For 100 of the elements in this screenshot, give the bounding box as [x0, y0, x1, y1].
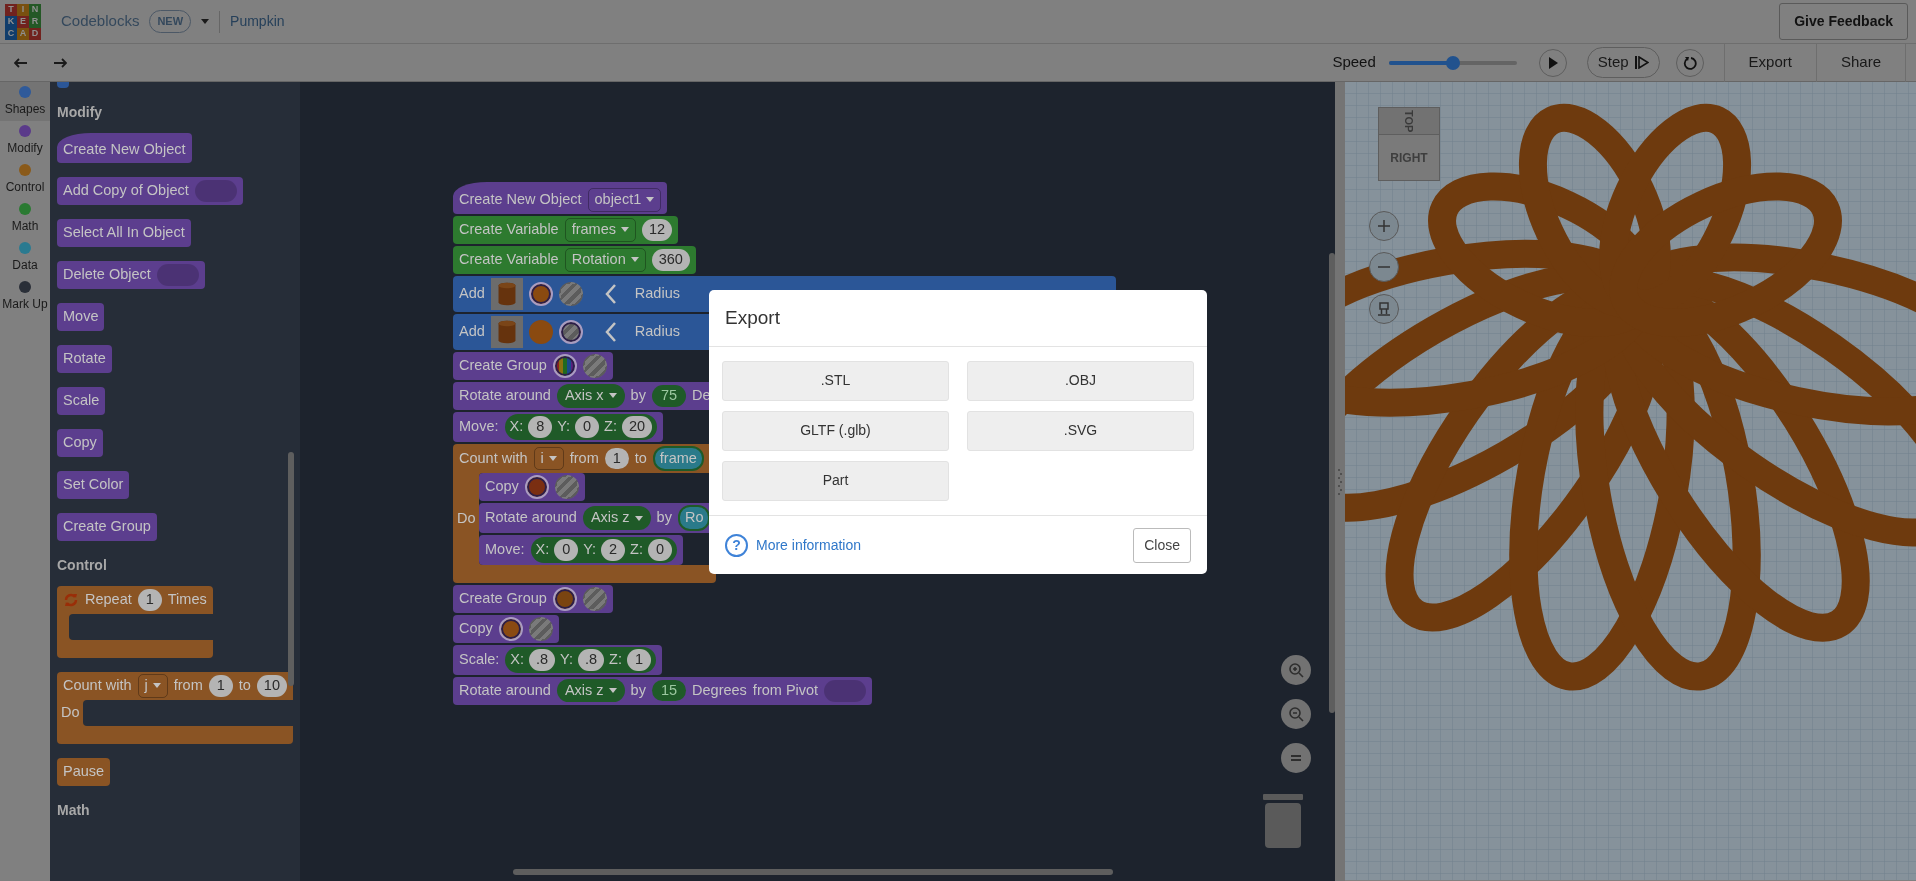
- category-tab[interactable]: Shapes: [0, 82, 50, 121]
- export-option-button[interactable]: .STL: [722, 360, 949, 401]
- code-block[interactable]: Select All In Object: [57, 218, 191, 247]
- dropdown[interactable]: object1: [587, 188, 662, 212]
- more-information-link[interactable]: More information: [756, 534, 862, 556]
- empty-slot: [824, 679, 867, 702]
- hole-swatch[interactable]: [558, 319, 583, 344]
- chevron-left-icon[interactable]: [604, 320, 617, 343]
- reset-zoom-button[interactable]: [1281, 743, 1311, 773]
- color-swatch[interactable]: [528, 319, 553, 344]
- number-field[interactable]: 2: [601, 539, 626, 561]
- caret-icon[interactable]: [201, 19, 210, 24]
- number-field[interactable]: 75: [651, 384, 687, 407]
- dropdown[interactable]: i: [533, 446, 564, 471]
- code-block[interactable]: Move: X: 0 Y: 2 Z: 0: [479, 535, 683, 565]
- number-field[interactable]: 8: [528, 415, 553, 438]
- number-field[interactable]: 10: [256, 674, 287, 697]
- hole-swatch[interactable]: [582, 353, 607, 378]
- speed-slider[interactable]: [1388, 55, 1517, 70]
- number-field[interactable]: .8: [578, 648, 605, 671]
- hole-swatch[interactable]: [558, 281, 583, 306]
- number-field[interactable]: 1: [208, 674, 233, 697]
- logo-tile[interactable]: N: [29, 3, 41, 16]
- reset-button[interactable]: [1675, 48, 1704, 77]
- step-button[interactable]: Step: [1586, 47, 1660, 78]
- number-field[interactable]: 0: [575, 415, 600, 438]
- code-block[interactable]: Create Group: [57, 512, 157, 541]
- code-block[interactable]: Set Color: [57, 470, 130, 499]
- scrollbar[interactable]: [513, 869, 1113, 875]
- redo-icon[interactable]: [53, 57, 67, 68]
- feedback-button[interactable]: Give Feedback: [1779, 3, 1908, 40]
- hole-swatch[interactable]: [554, 475, 579, 500]
- dropdown[interactable]: j: [137, 673, 168, 698]
- variable-pill[interactable]: Ro: [677, 505, 711, 531]
- dropdown[interactable]: frames: [564, 217, 636, 242]
- code-block[interactable]: Create Variable Rotation 360: [453, 245, 696, 274]
- code-block[interactable]: Rotate: [57, 344, 112, 373]
- code-block[interactable]: Pause: [57, 757, 111, 786]
- number-field[interactable]: 0: [648, 539, 672, 561]
- dropdown[interactable]: Axis x: [556, 383, 625, 408]
- trash-icon[interactable]: [1263, 794, 1303, 848]
- export-option-button[interactable]: Part: [722, 460, 949, 501]
- code-block[interactable]: Create Variable frames 12: [453, 215, 679, 244]
- play-button[interactable]: [1538, 48, 1567, 77]
- undo-icon[interactable]: [14, 57, 28, 68]
- color-swatch[interactable]: [524, 475, 549, 500]
- dropdown[interactable]: Rotation: [564, 247, 646, 272]
- number-field[interactable]: .8: [529, 648, 556, 671]
- export-option-button[interactable]: .SVG: [967, 410, 1194, 451]
- dropdown[interactable]: Axis z: [582, 506, 651, 530]
- color-swatch[interactable]: [528, 281, 553, 306]
- color-swatch[interactable]: [498, 616, 523, 641]
- code-block[interactable]: Create New Object object1: [453, 182, 668, 214]
- multicolor-swatch[interactable]: [552, 353, 577, 378]
- code-block[interactable]: Count with j from 1 to 10 Do: [57, 671, 293, 744]
- zoom-in-button[interactable]: [1281, 655, 1311, 685]
- code-block[interactable]: Delete Object: [57, 260, 205, 289]
- code-block[interactable]: Rotate around Axis z by 15 Degrees from Pivot: [453, 676, 873, 705]
- hole-swatch[interactable]: [528, 616, 553, 641]
- code-block[interactable]: Scale: [57, 386, 106, 415]
- code-block[interactable]: Copy: [479, 473, 585, 502]
- zoom-out-button[interactable]: [1281, 699, 1311, 729]
- dropdown[interactable]: Axis z: [556, 678, 625, 703]
- view-cube-front[interactable]: RIGHT: [1378, 135, 1440, 181]
- chevron-left-icon[interactable]: [604, 282, 617, 305]
- scrollbar[interactable]: [1329, 253, 1335, 713]
- code-block[interactable]: Copy: [453, 614, 559, 643]
- code-block[interactable]: Count with i from 1 to frame Do Copy Rotate around Axis z by Ro Move: X: 0 Y: 2 Z: 0: [453, 443, 717, 583]
- code-block[interactable]: Add Copy of Object: [57, 176, 243, 205]
- code-block[interactable]: Copy: [57, 428, 103, 457]
- number-field[interactable]: 12: [642, 218, 673, 241]
- code-block[interactable]: Move: [57, 302, 105, 331]
- logo-tile[interactable]: T: [5, 3, 17, 16]
- export-option-button[interactable]: .OBJ: [967, 360, 1194, 401]
- code-block[interactable]: Move: X: 8 Y: 0 Z: 20: [453, 411, 664, 442]
- number-field[interactable]: 360: [651, 248, 690, 271]
- code-block[interactable]: Scale: X: .8 Y: .8 Z: 1: [453, 644, 662, 675]
- scrollbar[interactable]: [288, 452, 294, 686]
- hole-swatch[interactable]: [582, 586, 607, 611]
- color-swatch[interactable]: [552, 586, 577, 611]
- code-block[interactable]: Repeat 1 Times: [57, 585, 213, 658]
- help-icon[interactable]: ?: [725, 533, 748, 557]
- number-field[interactable]: 20: [622, 415, 653, 438]
- export-option-button[interactable]: GLTF (.glb): [722, 410, 949, 451]
- code-block[interactable]: Create Group: [453, 351, 613, 380]
- close-button[interactable]: Close: [1133, 527, 1191, 563]
- share-button[interactable]: Share: [1816, 51, 1905, 74]
- number-field[interactable]: 15: [651, 679, 687, 702]
- cylinder-icon[interactable]: [490, 315, 523, 348]
- drag-handle-icon[interactable]: [1338, 467, 1342, 496]
- variable-pill[interactable]: frame: [652, 445, 704, 472]
- number-field[interactable]: 1: [137, 588, 162, 611]
- number-field[interactable]: 1: [627, 648, 651, 671]
- slider-thumb[interactable]: [1445, 55, 1460, 70]
- export-button[interactable]: Export: [1724, 51, 1816, 74]
- code-block[interactable]: Create New Object: [57, 133, 192, 163]
- number-field[interactable]: 0: [554, 539, 579, 561]
- number-field[interactable]: 1: [604, 447, 629, 470]
- cylinder-icon[interactable]: [490, 277, 523, 310]
- code-block[interactable]: Create Group: [453, 584, 613, 613]
